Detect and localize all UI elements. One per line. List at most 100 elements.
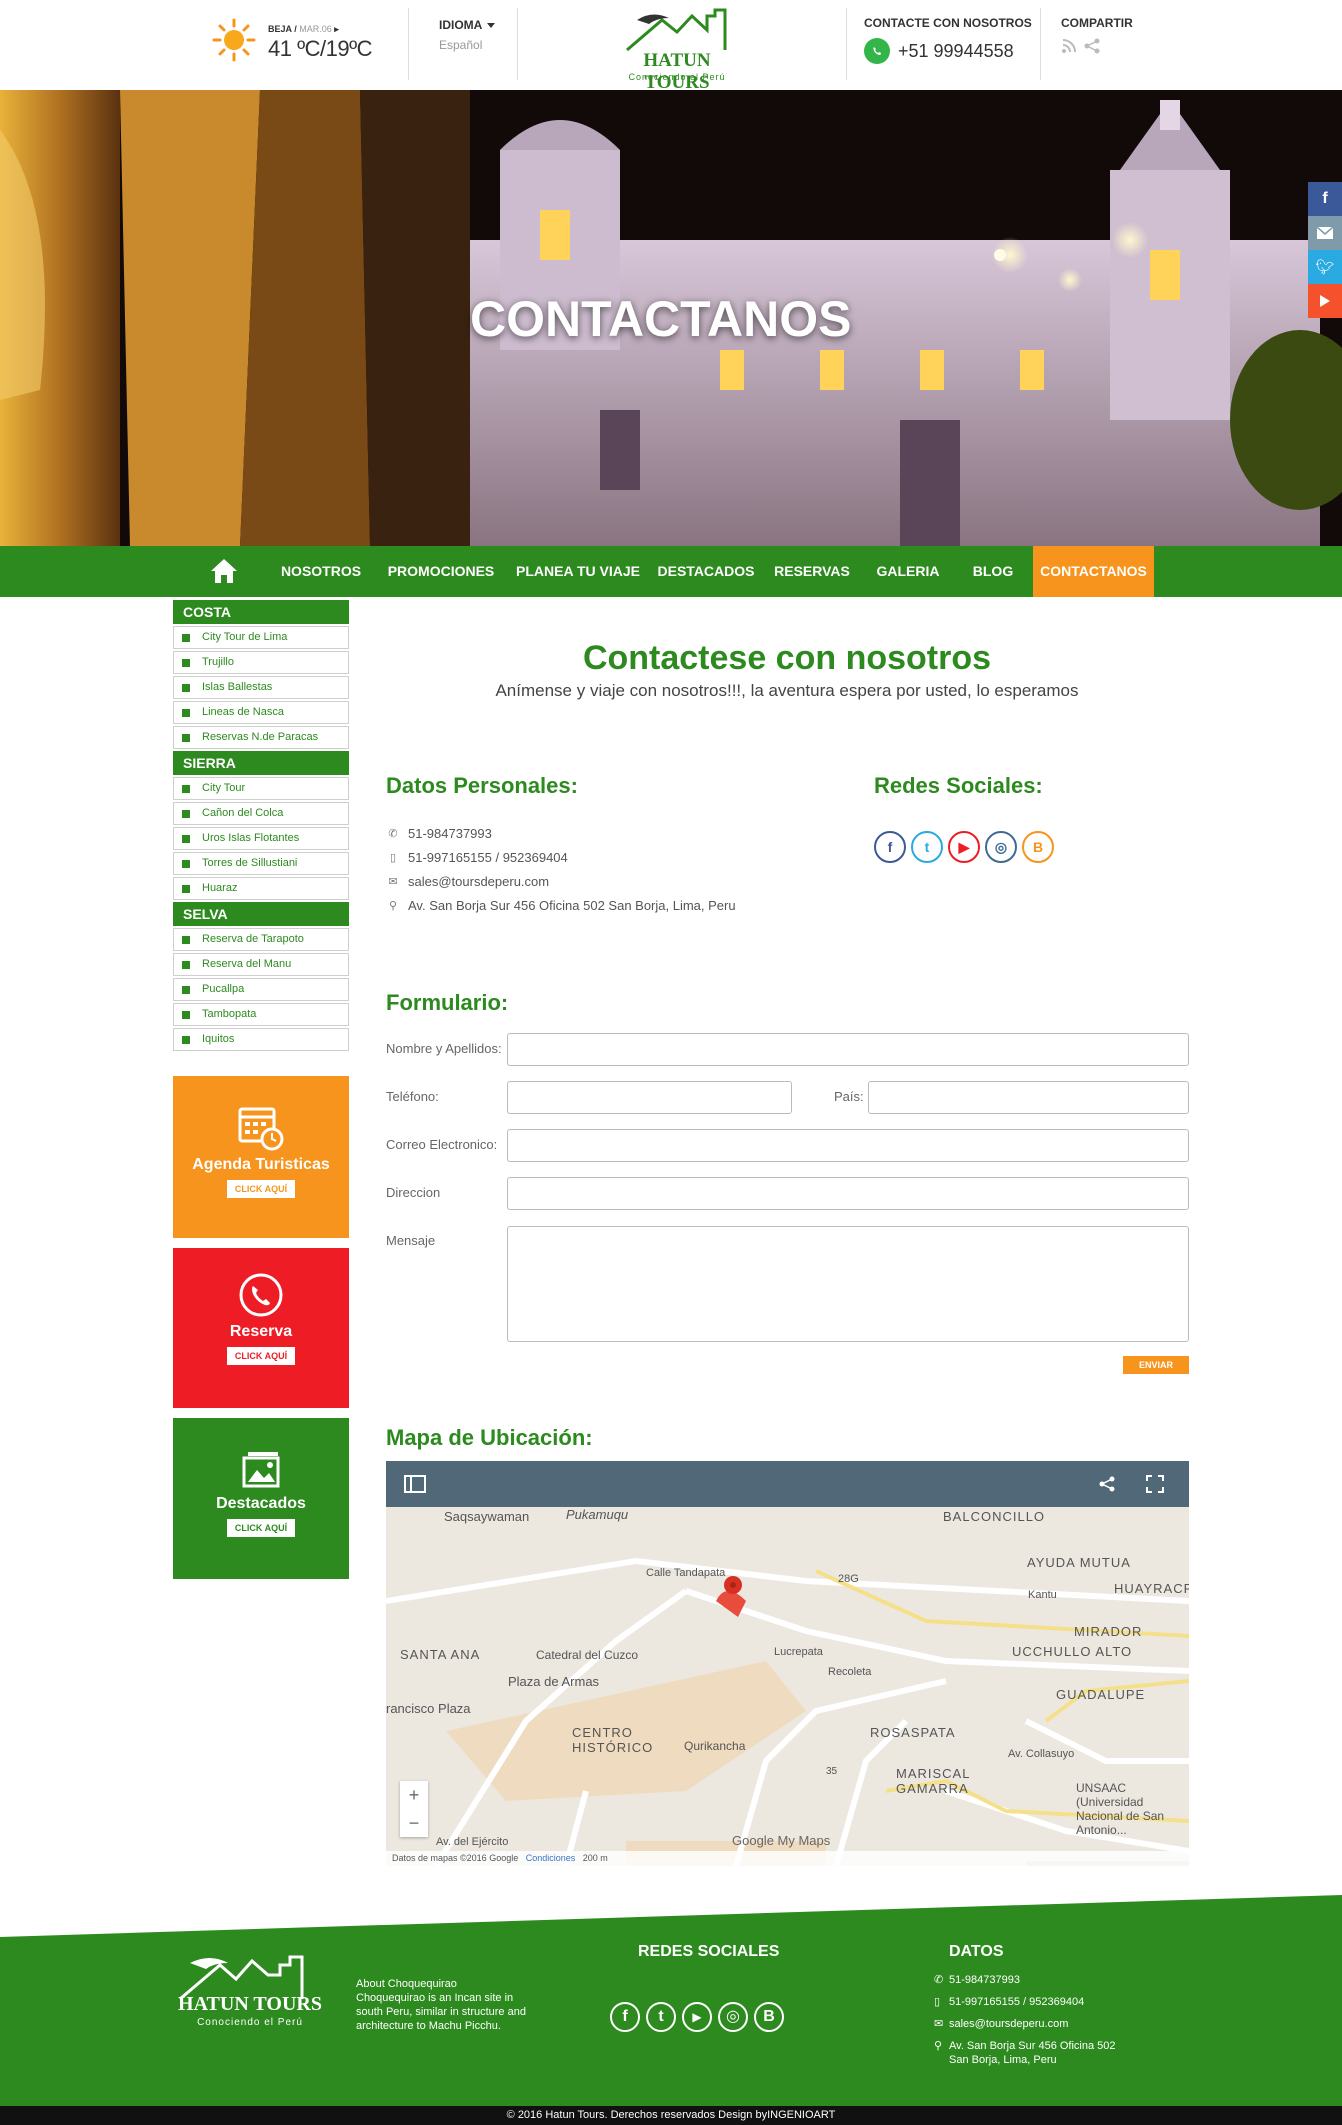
- correo-input[interactable]: [507, 1129, 1189, 1162]
- logo-mountain-icon: [626, 8, 727, 52]
- footer-redes-title: REDES SOCIALES: [638, 1943, 780, 1960]
- direccion-input[interactable]: [507, 1177, 1189, 1210]
- map-terms-link[interactable]: Condiciones: [526, 1853, 576, 1863]
- nav-reservas[interactable]: RESERVAS: [770, 546, 854, 597]
- youtube-icon[interactable]: [1308, 284, 1342, 318]
- footer-social-icons: f t ▶ ◎ B: [610, 2002, 784, 2032]
- sidebar-item[interactable]: Pucallpa: [173, 978, 349, 1001]
- language-selector[interactable]: IDIOMA Español: [439, 18, 496, 52]
- logo[interactable]: HATUN TOURS Conociendo el Perú: [607, 6, 747, 93]
- mail-icon: ✉: [934, 2018, 944, 2030]
- sidebar-item[interactable]: City Tour: [173, 777, 349, 800]
- sidebar-item[interactable]: Islas Ballestas: [173, 676, 349, 699]
- language-value: Español: [439, 38, 483, 52]
- map-brand: Google My Maps: [732, 1833, 831, 1848]
- whatsapp-icon[interactable]: [864, 38, 890, 64]
- footer-datos-mobile: ▯ 51-997165155 / 952369404: [934, 1996, 1085, 2008]
- datos-title: Datos Personales:: [386, 773, 578, 798]
- blogger-icon[interactable]: B: [1022, 831, 1054, 863]
- telefono-input[interactable]: [507, 1081, 792, 1114]
- footer-datos-list: ✆ 51-984737993 ▯ 51-997165155 / 952369404 …: [934, 1973, 1134, 2067]
- gallery-icon: [242, 1452, 280, 1488]
- weather-location: BEJA / MAR.06 ▸: [268, 24, 339, 34]
- sidebar-item[interactable]: Reservas N.de Paracas: [173, 726, 349, 749]
- blogger-icon[interactable]: B: [754, 2002, 784, 2032]
- map-labels: Saqsaywaman Pukamuqu BALCONCILLO AYUDA M…: [386, 1507, 1189, 1848]
- contact-phone[interactable]: +51 99944558: [898, 41, 1014, 62]
- share-block: COMPARTIR: [1061, 16, 1133, 54]
- calendar-clock-icon: [238, 1107, 284, 1151]
- destacados-click-button[interactable]: CLICK AQUÍ: [226, 1519, 296, 1537]
- sidebar-item[interactable]: Uros Islas Flotantes: [173, 827, 349, 850]
- pais-input[interactable]: [868, 1081, 1189, 1114]
- nav-blog[interactable]: BLOG: [960, 546, 1026, 597]
- twitter-icon[interactable]: 🐦︎: [1308, 250, 1342, 284]
- sidebar-category-sierra[interactable]: SIERRA: [173, 751, 349, 775]
- sidebar-category-costa[interactable]: COSTA: [173, 600, 349, 624]
- mensaje-textarea[interactable]: [507, 1226, 1189, 1342]
- divider: [517, 8, 518, 80]
- sidebar-item[interactable]: Reserva del Manu: [173, 953, 349, 976]
- page-subtitle: Anímense y viaje con nosotros!!!, la ave…: [495, 681, 1079, 700]
- footer-logo[interactable]: HATUN TOURS Conociendo el Perú: [170, 1953, 330, 2029]
- zoom-out-button[interactable]: −: [400, 1809, 428, 1837]
- home-icon: [211, 559, 237, 583]
- about-title: About Choquequirao: [356, 1978, 457, 1990]
- mail-icon[interactable]: [1308, 216, 1342, 250]
- nav-galeria[interactable]: GALERIA: [870, 546, 946, 597]
- weather-widget: BEJA / MAR.06 ▸ 41 ºC/19ºC: [212, 18, 373, 68]
- footer-datos-email[interactable]: ✉ sales@toursdeperu.com: [934, 2017, 1134, 2031]
- reserva-click-button[interactable]: CLICK AQUÍ: [226, 1347, 296, 1365]
- nav-planea-tu-viaje[interactable]: PLANEA TU VIAJE: [515, 546, 641, 597]
- destacados-box[interactable]: Destacados CLICK AQUÍ: [173, 1418, 349, 1579]
- footer-datos-address: ⚲ Av. San Borja Sur 456 Oficina 502 San B…: [934, 2040, 1116, 2066]
- direccion-label: Direccion: [386, 1185, 441, 1200]
- sidebar-item[interactable]: Huaraz: [173, 877, 349, 900]
- location-map[interactable]: Saqsaywaman Pukamuqu BALCONCILLO AYUDA M…: [386, 1461, 1189, 1866]
- agenda-click-button[interactable]: CLICK AQUÍ: [226, 1180, 296, 1198]
- sidebar-item[interactable]: Torres de Sillustiani: [173, 852, 349, 875]
- share-icon[interactable]: [1083, 38, 1101, 54]
- telefono-label: Teléfono:: [386, 1089, 439, 1104]
- facebook-icon[interactable]: f: [874, 831, 906, 863]
- rss-icon[interactable]: [1061, 38, 1077, 54]
- youtube-icon[interactable]: ▶: [682, 2002, 712, 2032]
- agenda-box[interactable]: Agenda Turisticas CLICK AQUÍ: [173, 1076, 349, 1238]
- sidebar-item[interactable]: Cañon del Colca: [173, 802, 349, 825]
- nav-contactanos[interactable]: CONTACTANOS: [1033, 546, 1154, 597]
- nav-nosotros[interactable]: NOSOTROS: [278, 546, 364, 597]
- datos-email[interactable]: ✉ sales@toursdeperu.com: [386, 870, 736, 894]
- sidebar-item[interactable]: Reserva de Tarapoto: [173, 928, 349, 951]
- form-title: Formulario:: [386, 990, 509, 1015]
- enviar-button[interactable]: ENVIAR: [1123, 1356, 1189, 1374]
- about-text: Choquequirao is an Incan site in south P…: [356, 1992, 526, 2032]
- youtube-icon[interactable]: ▶: [948, 831, 980, 863]
- instagram-icon[interactable]: ◎: [718, 2002, 748, 2032]
- twitter-icon[interactable]: t: [911, 831, 943, 863]
- sidebar-item[interactable]: Tambopata: [173, 1003, 349, 1026]
- nav-promociones[interactable]: PROMOCIONES: [384, 546, 498, 597]
- hero-title: CONTACTANOS: [470, 291, 852, 347]
- zoom-in-button[interactable]: +: [400, 1781, 428, 1809]
- footer-datos-title: DATOS: [949, 1943, 1004, 1960]
- twitter-icon[interactable]: t: [646, 2002, 676, 2032]
- agenda-title: Agenda Turisticas: [192, 1156, 330, 1173]
- sidebar-item[interactable]: Trujillo: [173, 651, 349, 674]
- floating-social-rail: f 🐦︎: [1308, 182, 1342, 318]
- sun-icon: [212, 18, 256, 62]
- top-header: BEJA / MAR.06 ▸ 41 ºC/19ºC IDIOMA Españo…: [0, 0, 1342, 93]
- instagram-icon[interactable]: ◎: [985, 831, 1017, 863]
- nombre-input[interactable]: [507, 1033, 1189, 1066]
- facebook-icon[interactable]: f: [610, 2002, 640, 2032]
- phone-icon: ✆: [934, 1974, 944, 1986]
- page-title: Contactese con nosotros: [582, 639, 992, 677]
- sidebar-category-selva[interactable]: SELVA: [173, 902, 349, 926]
- sidebar-item[interactable]: Lineas de Nasca: [173, 701, 349, 724]
- sidebar-item[interactable]: City Tour de Lima: [173, 626, 349, 649]
- social-icons: f t ▶ ◎ B: [874, 831, 1054, 863]
- sidebar-item[interactable]: Iquitos: [173, 1028, 349, 1051]
- facebook-icon[interactable]: f: [1308, 182, 1342, 216]
- nav-home[interactable]: [196, 546, 252, 597]
- nav-destacados[interactable]: DESTACADOS: [655, 546, 757, 597]
- reserva-box[interactable]: Reserva CLICK AQUÍ: [173, 1248, 349, 1408]
